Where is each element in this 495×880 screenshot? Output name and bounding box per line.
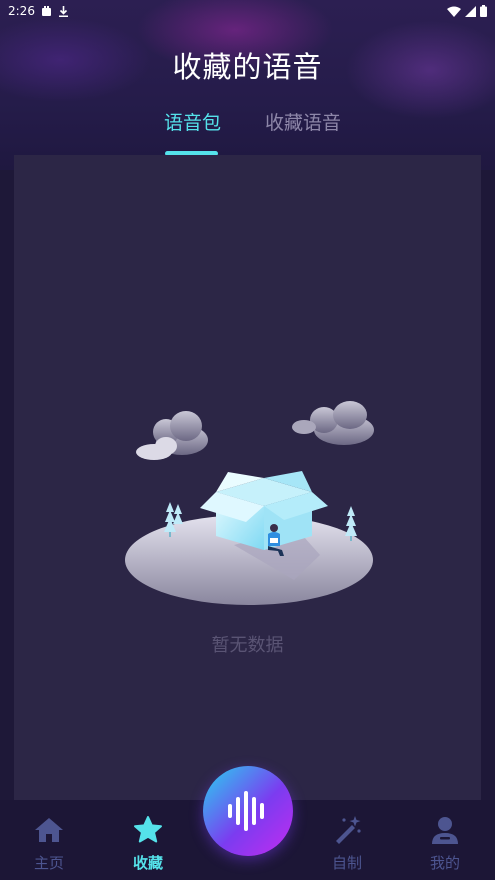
nav-item-home[interactable]: 主页 <box>9 814 89 873</box>
cloud-left <box>136 411 208 460</box>
status-time: 2:26 <box>8 4 35 18</box>
notification-icon <box>41 5 51 16</box>
empty-box-illustration <box>125 401 374 605</box>
nav-item-me[interactable]: 我的 <box>405 814 485 873</box>
tab-voice-packs[interactable]: 语音包 <box>164 108 221 135</box>
status-bar: 2:26 <box>0 0 495 22</box>
nav-label-home: 主页 <box>33 854 64 872</box>
sound-wave-icon <box>228 791 264 831</box>
nav-label-custom: 自制 <box>331 854 362 872</box>
page-title: 收藏的语音 <box>172 50 323 84</box>
nav-label-me: 我的 <box>429 854 460 872</box>
content-panel: 暂无数据 <box>14 155 481 800</box>
user-icon <box>432 817 458 844</box>
download-icon <box>58 5 68 17</box>
nav-label-favorites: 收藏 <box>132 854 163 872</box>
nav-item-favorites[interactable]: 收藏 <box>108 814 188 873</box>
cloud-right <box>292 401 374 445</box>
tab-favorite-voices[interactable]: 收藏语音 <box>265 108 341 135</box>
signal-icon <box>465 5 476 17</box>
tree-right <box>345 506 357 541</box>
home-icon <box>35 818 63 842</box>
tab-bar: 语音包 收藏语音 <box>0 108 495 156</box>
empty-state-text: 暂无数据 <box>211 635 284 656</box>
battery-icon <box>480 5 487 17</box>
wifi-icon <box>447 6 461 17</box>
magic-wand-icon <box>336 816 361 844</box>
nav-item-custom[interactable]: 自制 <box>307 814 387 873</box>
star-icon <box>134 816 162 843</box>
record-voice-button[interactable] <box>203 766 293 856</box>
